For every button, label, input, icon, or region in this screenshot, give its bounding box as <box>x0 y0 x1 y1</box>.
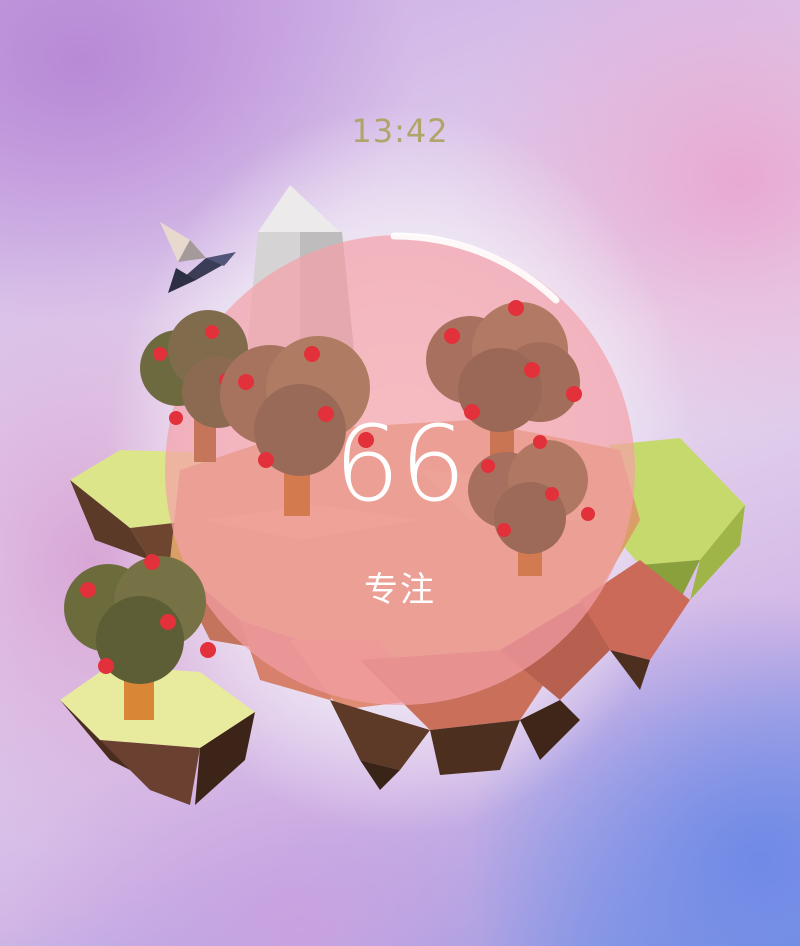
small-island <box>60 665 255 805</box>
focus-timer-value: 66 <box>333 403 467 525</box>
bird-icon <box>160 222 236 293</box>
focus-status-label: 专注 <box>364 570 436 610</box>
